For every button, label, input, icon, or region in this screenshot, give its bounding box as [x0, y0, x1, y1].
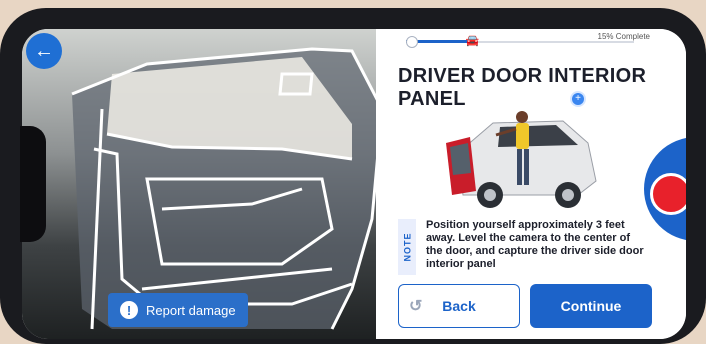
undo-icon: ↺: [409, 298, 423, 315]
note-box: NOTE Position yourself approximately 3 f…: [398, 219, 644, 275]
plus-icon[interactable]: +: [572, 93, 584, 105]
note-label: NOTE: [402, 232, 413, 262]
exclamation-icon: !: [120, 301, 138, 319]
note-text: Position yourself approximately 3 feet a…: [426, 219, 644, 270]
progress-start-dot: [406, 36, 418, 48]
note-tab: NOTE: [398, 219, 416, 275]
progress-label: 15% Complete: [597, 32, 650, 41]
back-button[interactable]: ↺ Back: [398, 284, 520, 328]
record-icon[interactable]: [650, 173, 686, 215]
progress-bar: [406, 40, 634, 43]
person-opening-car-door-illustration: [446, 111, 597, 208]
car-icon: 🚘: [465, 35, 480, 47]
continue-button[interactable]: Continue: [530, 284, 652, 328]
report-damage-button[interactable]: ! Report damage: [108, 293, 248, 327]
phone-frame: ← ! Report damage 🚘 15% Complete DRIVER …: [0, 8, 706, 344]
phone-notch: [20, 126, 46, 242]
app-screen: ← ! Report damage 🚘 15% Complete DRIVER …: [22, 29, 686, 339]
back-nav-button[interactable]: ←: [26, 33, 62, 69]
camera-view: ← ! Report damage: [22, 29, 376, 339]
report-damage-label: Report damage: [146, 302, 236, 318]
capture-control: [644, 137, 686, 241]
back-button-label: Back: [442, 298, 476, 314]
arrow-left-icon: ←: [34, 39, 54, 62]
continue-button-label: Continue: [560, 298, 622, 314]
instruction-panel: 🚘 15% Complete DRIVER DOOR INTERIOR PANE…: [376, 29, 686, 339]
